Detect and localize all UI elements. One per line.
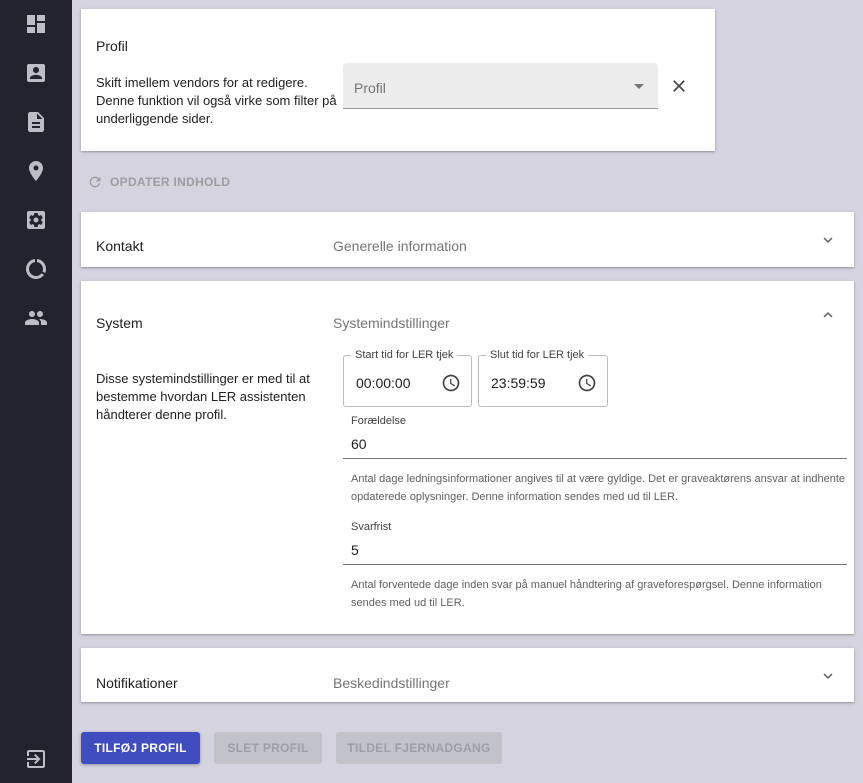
delete-profile-button[interactable]: SLET PROFIL [214, 732, 322, 764]
people-icon[interactable] [24, 306, 48, 330]
panel-system: System Systemindstillinger Disse systemi… [81, 281, 854, 634]
start-time-label: Start tid for LER tjek [351, 349, 458, 361]
panel-system-description: Disse systemindstillinger er med til at … [96, 371, 310, 422]
panel-system-subtitle: Systemindstillinger [333, 315, 450, 331]
sidebar [0, 0, 72, 783]
panel-kontakt-subtitle: Generelle information [333, 238, 467, 254]
svarfrist-input[interactable]: 5 [351, 542, 359, 558]
refresh-label: OPDATER INDHOLD [110, 175, 231, 189]
svarfrist-label: Svarfrist [351, 521, 392, 533]
svarfrist-underline [343, 564, 847, 565]
start-time-value: 00:00:00 [356, 375, 411, 391]
end-time-value: 23:59:59 [491, 375, 546, 391]
chevron-up-icon[interactable] [819, 306, 837, 324]
settings-box-icon[interactable] [24, 208, 48, 232]
close-icon[interactable] [669, 76, 689, 96]
dashboard-icon[interactable] [24, 12, 48, 36]
foraeldelse-input[interactable]: 60 [351, 436, 367, 452]
document-icon[interactable] [24, 110, 48, 134]
profile-card-title: Profil [96, 38, 128, 54]
chevron-down-icon[interactable] [819, 667, 837, 685]
logout-icon[interactable] [24, 747, 48, 771]
refresh-content-button[interactable]: OPDATER INDHOLD [87, 173, 230, 191]
assign-remote-access-button[interactable]: TILDEL FJERNADGANG [336, 732, 502, 764]
account-box-icon[interactable] [24, 61, 48, 85]
profile-card: Profil Skift imellem vendors for at redi… [81, 9, 715, 151]
profile-card-description: Skift imellem vendors for at redigere. D… [96, 75, 337, 126]
profile-select-value: Profil [354, 80, 386, 96]
panel-kontakt-title: Kontakt [96, 238, 144, 254]
svarfrist-hint: Antal forventede dage inden svar på manu… [351, 579, 822, 609]
location-pin-icon[interactable] [24, 159, 48, 183]
chevron-down-icon[interactable] [819, 231, 837, 249]
panel-notifikationer-subtitle: Beskedindstillinger [333, 675, 450, 691]
foraeldelse-hint: Antal dage ledningsinformationer angives… [351, 473, 846, 503]
refresh-icon [89, 176, 101, 188]
panel-system-title: System [96, 315, 143, 331]
end-time-label: Slut tid for LER tjek [486, 349, 589, 361]
end-time-field[interactable]: Slut tid for LER tjek 23:59:59 [478, 349, 608, 407]
panel-notifikationer[interactable]: Notifikationer Beskedindstillinger [81, 648, 854, 702]
start-time-field[interactable]: Start tid for LER tjek 00:00:00 [343, 349, 472, 407]
dropdown-arrow-icon [634, 84, 644, 89]
panel-kontakt[interactable]: Kontakt Generelle information [81, 212, 854, 267]
foraeldelse-label: Forældelse [351, 415, 407, 427]
clock-icon[interactable] [441, 373, 461, 393]
profile-select[interactable]: Profil [343, 63, 658, 109]
progress-circle-icon[interactable] [24, 257, 48, 281]
foraeldelse-underline [343, 458, 847, 459]
panel-notifikationer-title: Notifikationer [96, 675, 178, 691]
clock-icon[interactable] [577, 373, 597, 393]
add-profile-button[interactable]: TILFØJ PROFIL [81, 732, 200, 764]
